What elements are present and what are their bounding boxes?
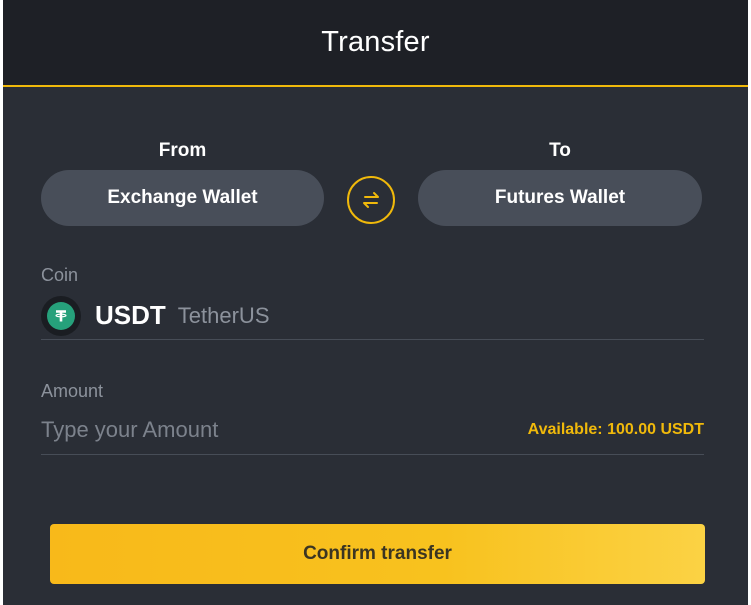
page-title: Transfer	[321, 26, 430, 58]
from-label: From	[158, 140, 207, 161]
to-wallet-button[interactable]: Futures Wallet	[418, 170, 702, 226]
amount-input[interactable]	[41, 409, 471, 451]
from-wallet-button[interactable]: Exchange Wallet	[41, 170, 324, 226]
coin-symbol: USDT	[95, 300, 166, 330]
available-balance: Available: 100.00 USDT	[527, 421, 704, 438]
coin-label: Coin	[41, 265, 79, 285]
to-wallet-label: Futures Wallet	[494, 187, 626, 208]
to-label: To	[549, 140, 571, 161]
swap-button[interactable]	[347, 176, 395, 224]
from-wallet-label: Exchange Wallet	[107, 187, 258, 208]
tether-icon	[41, 295, 81, 336]
confirm-transfer-button[interactable]: Confirm transfer	[50, 524, 705, 584]
coin-selector[interactable]: USDT TetherUS	[41, 292, 704, 340]
swap-arrows-icon	[363, 192, 379, 208]
amount-field: Available: 100.00 USDT	[41, 409, 704, 455]
amount-label: Amount	[41, 381, 104, 401]
coin-name: TetherUS	[177, 302, 270, 328]
transfer-panel: Transfer From To Exchange Wallet Futures…	[3, 0, 748, 605]
panel-header: Transfer	[3, 0, 748, 87]
